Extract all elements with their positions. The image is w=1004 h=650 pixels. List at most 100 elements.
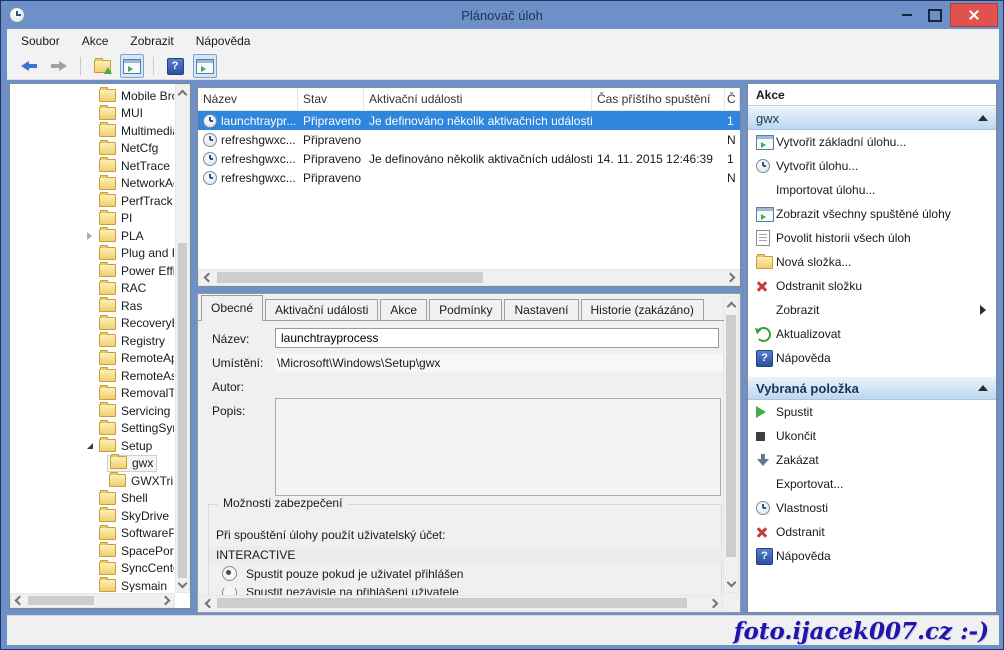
- expand-icon[interactable]: [87, 232, 92, 240]
- tab-obecne[interactable]: Obecné: [201, 295, 263, 321]
- tree-item[interactable]: SoftwarePro: [11, 525, 174, 543]
- tree-item[interactable]: SpacePort: [11, 542, 174, 560]
- column-header-stav[interactable]: Stav: [298, 88, 364, 110]
- tree-item[interactable]: NetworkAc: [11, 175, 174, 193]
- action-create-basic-task[interactable]: Vytvořit základní úlohu...: [748, 130, 996, 154]
- action-run[interactable]: Spustit: [748, 400, 996, 424]
- tree-item[interactable]: SkyDrive: [11, 507, 174, 525]
- tree-item[interactable]: MUI: [11, 105, 174, 123]
- tree-item[interactable]: SyncCenter: [11, 560, 174, 578]
- tree-item[interactable]: GWXTri: [11, 472, 174, 490]
- tab-aktivacni-udalosti[interactable]: Aktivační události: [265, 299, 378, 321]
- action-help[interactable]: ?Nápověda: [748, 544, 996, 568]
- action-refresh[interactable]: Aktualizovat: [748, 322, 996, 346]
- scroll-thumb[interactable]: [217, 598, 687, 608]
- tree-item[interactable]: Registry: [11, 332, 174, 350]
- tree-item[interactable]: RAC: [11, 280, 174, 298]
- task-row-refreshgwxconfig[interactable]: refreshgwxc... Připraveno N: [198, 130, 740, 149]
- action-group-header-selected-item[interactable]: Vybraná položka: [748, 376, 996, 400]
- up-folder-button[interactable]: [90, 54, 114, 78]
- tree-item[interactable]: RemoteApp: [11, 350, 174, 368]
- tree-item-gwx[interactable]: gwx: [11, 455, 174, 473]
- scroll-thumb[interactable]: [28, 596, 94, 605]
- scroll-up-arrow[interactable]: [176, 85, 189, 100]
- action-disable[interactable]: Zakázat: [748, 448, 996, 472]
- tree-vertical-scrollbar[interactable]: [175, 84, 190, 593]
- task-list-horizontal-scrollbar[interactable]: [198, 269, 740, 286]
- tree-item[interactable]: NetTrace: [11, 157, 174, 175]
- task-row-refreshgwxconfig[interactable]: refreshgwxc... Připraveno N: [198, 168, 740, 187]
- scroll-right-arrow[interactable]: [159, 594, 174, 607]
- menu-akce[interactable]: Akce: [82, 34, 109, 48]
- tree-item[interactable]: PI: [11, 210, 174, 228]
- action-help[interactable]: ?Nápověda: [748, 346, 996, 370]
- maximize-button[interactable]: [922, 3, 948, 27]
- radio-icon[interactable]: [222, 566, 237, 581]
- tree-item[interactable]: RecoveryEn: [11, 315, 174, 333]
- action-export[interactable]: Exportovat...: [748, 472, 996, 496]
- minimize-button[interactable]: [894, 3, 920, 27]
- details-vertical-scrollbar[interactable]: [723, 296, 739, 593]
- show-console-tree-button[interactable]: [120, 54, 144, 78]
- scroll-thumb[interactable]: [726, 315, 736, 557]
- radio-run-logged-in[interactable]: Spustit pouze pokud je uživatel přihláše…: [222, 566, 463, 581]
- scroll-down-arrow[interactable]: [176, 577, 189, 592]
- tree-item[interactable]: Ras: [11, 297, 174, 315]
- column-header-next-run[interactable]: Čas příštího spuštění: [592, 88, 725, 110]
- menu-zobrazit[interactable]: Zobrazit: [130, 34, 173, 48]
- tree-item[interactable]: Sysmain: [11, 577, 174, 592]
- tree-item[interactable]: PLA: [11, 227, 174, 245]
- column-header-last-run[interactable]: Č: [725, 88, 740, 110]
- scroll-right-arrow[interactable]: [706, 596, 722, 610]
- tree-horizontal-scrollbar[interactable]: [10, 593, 175, 608]
- task-row-launchtrayprocess[interactable]: launchtraypr... Připraveno Je definováno…: [198, 111, 740, 130]
- tree-item[interactable]: RemovalTo: [11, 385, 174, 403]
- action-delete-folder[interactable]: Odstranit složku: [748, 274, 996, 298]
- column-header-triggers[interactable]: Aktivační události: [364, 88, 592, 110]
- collapse-icon[interactable]: [978, 115, 988, 121]
- scroll-thumb[interactable]: [178, 243, 187, 578]
- tree-item[interactable]: Plug and Pl: [11, 245, 174, 263]
- description-textarea[interactable]: [275, 398, 721, 496]
- menu-soubor[interactable]: Soubor: [21, 34, 60, 48]
- task-name-input[interactable]: [275, 328, 719, 348]
- tree-item[interactable]: Mobile Broa: [11, 87, 174, 105]
- scroll-left-arrow[interactable]: [200, 596, 216, 610]
- tree-item[interactable]: Power Effic: [11, 262, 174, 280]
- tree-item[interactable]: Multimedia: [11, 122, 174, 140]
- action-import-task[interactable]: Importovat úlohu...: [748, 178, 996, 202]
- collapse-icon[interactable]: [87, 443, 93, 449]
- tab-podminky[interactable]: Podmínky: [429, 299, 502, 321]
- menu-napoveda[interactable]: Nápověda: [196, 34, 251, 48]
- forward-button[interactable]: [47, 54, 71, 78]
- show-action-pane-button[interactable]: [193, 54, 217, 78]
- action-properties[interactable]: Vlastnosti: [748, 496, 996, 520]
- scroll-down-arrow[interactable]: [724, 576, 738, 592]
- close-button[interactable]: [950, 3, 998, 27]
- toolbar-help-button[interactable]: ?: [163, 54, 187, 78]
- tree-item[interactable]: PerfTrack: [11, 192, 174, 210]
- tab-akce[interactable]: Akce: [380, 299, 427, 321]
- action-view[interactable]: Zobrazit: [748, 298, 996, 322]
- scroll-left-arrow[interactable]: [199, 270, 215, 285]
- action-new-folder[interactable]: Nová složka...: [748, 250, 996, 274]
- collapse-icon[interactable]: [978, 385, 988, 391]
- scroll-up-arrow[interactable]: [724, 297, 738, 313]
- tree-item[interactable]: SettingSync: [11, 420, 174, 438]
- scroll-thumb[interactable]: [217, 272, 483, 283]
- details-horizontal-scrollbar[interactable]: [199, 595, 723, 611]
- tab-historie[interactable]: Historie (zakázáno): [581, 299, 704, 321]
- tab-nastaveni[interactable]: Nastavení: [504, 299, 578, 321]
- action-show-running-tasks[interactable]: Zobrazit všechny spuštěné úlohy: [748, 202, 996, 226]
- action-enable-history[interactable]: Povolit historii všech úloh: [748, 226, 996, 250]
- action-create-task[interactable]: Vytvořit úlohu...: [748, 154, 996, 178]
- action-delete[interactable]: Odstranit: [748, 520, 996, 544]
- action-group-header-gwx[interactable]: gwx: [748, 106, 996, 130]
- column-header-nazev[interactable]: Název: [198, 88, 298, 110]
- tree-item[interactable]: NetCfg: [11, 140, 174, 158]
- tree-item[interactable]: Servicing: [11, 402, 174, 420]
- back-button[interactable]: [17, 54, 41, 78]
- tree-item[interactable]: Shell: [11, 490, 174, 508]
- tree-item-setup[interactable]: Setup: [11, 437, 174, 455]
- tree-item[interactable]: RemoteAss: [11, 367, 174, 385]
